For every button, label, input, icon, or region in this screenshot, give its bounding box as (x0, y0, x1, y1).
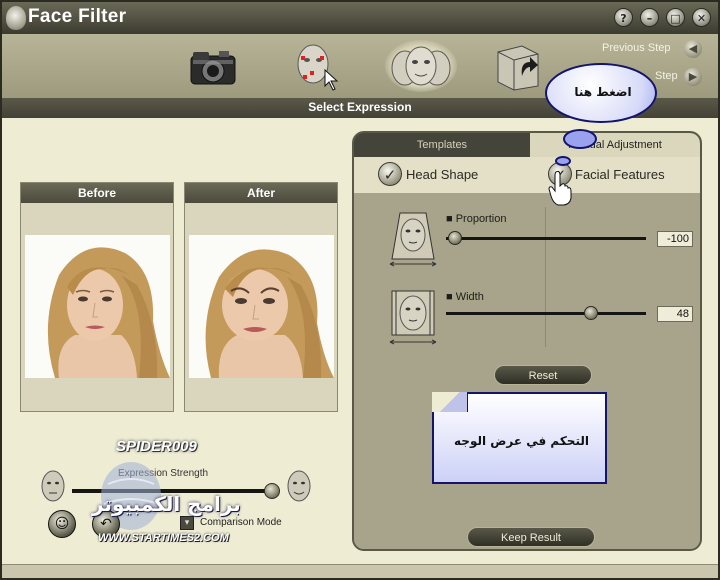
hand-cursor-icon (548, 170, 574, 210)
minimize-button[interactable]: – (640, 8, 659, 27)
previous-step-arrow-icon[interactable]: ◀ (684, 40, 702, 58)
note-fold-corner (432, 392, 468, 412)
comparison-mode-label: Comparison Mode (200, 517, 282, 528)
before-photo (25, 235, 170, 378)
previous-step-link[interactable]: Previous Step (602, 42, 670, 54)
width-label-text: Width (455, 291, 484, 303)
width-slider-knob[interactable] (584, 306, 598, 320)
neutral-face-icon (38, 468, 68, 508)
width-value[interactable]: 48 (657, 306, 693, 322)
watermark-url: WWW.STARTIMES2.COM (98, 532, 229, 544)
proportion-value[interactable]: -100 (657, 231, 693, 247)
comparison-mode-checkbox[interactable]: ▾ (180, 516, 194, 530)
help-button[interactable]: ? (614, 8, 633, 27)
sliders-area: ■ Proportion -100 ■ Width 48 Reset Keep … (354, 193, 700, 549)
maximize-button[interactable]: □ (666, 8, 685, 27)
watermark-name: SPIDER009 (116, 438, 197, 455)
proportion-face-icon (388, 209, 438, 267)
before-panel: Before (20, 182, 174, 412)
proportion-slider-track[interactable] (446, 237, 646, 240)
app-logo-icon (6, 6, 26, 30)
callout-note: التحكم في عرض الوجه (432, 392, 607, 484)
proportion-label-text: Proportion (455, 213, 507, 225)
next-step-link[interactable]: Step (655, 70, 678, 82)
head-shape-check-icon[interactable]: ✓ (378, 162, 402, 186)
app-title: Face Filter (28, 6, 127, 27)
divider-line (545, 207, 546, 347)
after-title: After (185, 183, 337, 203)
tab-templates[interactable]: Templates (354, 133, 530, 157)
camera-icon[interactable] (185, 40, 241, 92)
expressive-face-icon (284, 468, 314, 508)
proportion-slider-knob[interactable] (448, 231, 462, 245)
close-button[interactable]: ✕ (692, 8, 711, 27)
title-bar: Face Filter ? – □ ✕ (2, 2, 718, 34)
tab-manual-adjustment[interactable]: Manual Adjustment (530, 133, 700, 157)
face-markers-icon[interactable] (287, 40, 343, 92)
facial-features-option[interactable]: Facial Features (575, 167, 665, 182)
next-step-arrow-icon[interactable]: ▶ (684, 68, 702, 86)
status-bar (2, 564, 718, 578)
width-face-icon (388, 287, 438, 345)
callout-note-text: التحكم في عرض الوجه (454, 434, 589, 448)
reset-button[interactable]: Reset (494, 365, 592, 385)
callout-bubble-tail-small (555, 156, 571, 166)
callout-bubble-text: اضغط هنا (574, 85, 632, 99)
callout-bubble-tail (563, 129, 597, 149)
save-export-icon[interactable] (492, 40, 548, 92)
before-title: Before (21, 183, 173, 203)
after-panel: After (184, 182, 338, 412)
random-expression-button[interactable]: ☺ (48, 510, 76, 538)
tab-bar: Templates Manual Adjustment (354, 133, 700, 157)
keep-result-button[interactable]: Keep Result (467, 527, 595, 547)
width-label: ■ Width (446, 291, 484, 303)
expression-faces-icon[interactable] (385, 40, 457, 92)
after-photo (189, 235, 334, 378)
adjustment-panel: Templates Manual Adjustment ✓ Head Shape… (352, 131, 702, 551)
head-shape-option[interactable]: Head Shape (406, 167, 478, 182)
face-filter-window: Face Filter ? – □ ✕ Previous Step ◀ Step… (0, 0, 720, 580)
callout-bubble: اضغط هنا (545, 63, 657, 123)
feature-options-bar: ✓ Head Shape ✓ Facial Features (354, 157, 700, 193)
width-slider-track[interactable] (446, 312, 646, 315)
watermark-arabic: برامج الكمبيوتر (92, 492, 241, 516)
expression-strength-slider-knob[interactable] (264, 483, 280, 499)
proportion-label: ■ Proportion (446, 213, 507, 225)
